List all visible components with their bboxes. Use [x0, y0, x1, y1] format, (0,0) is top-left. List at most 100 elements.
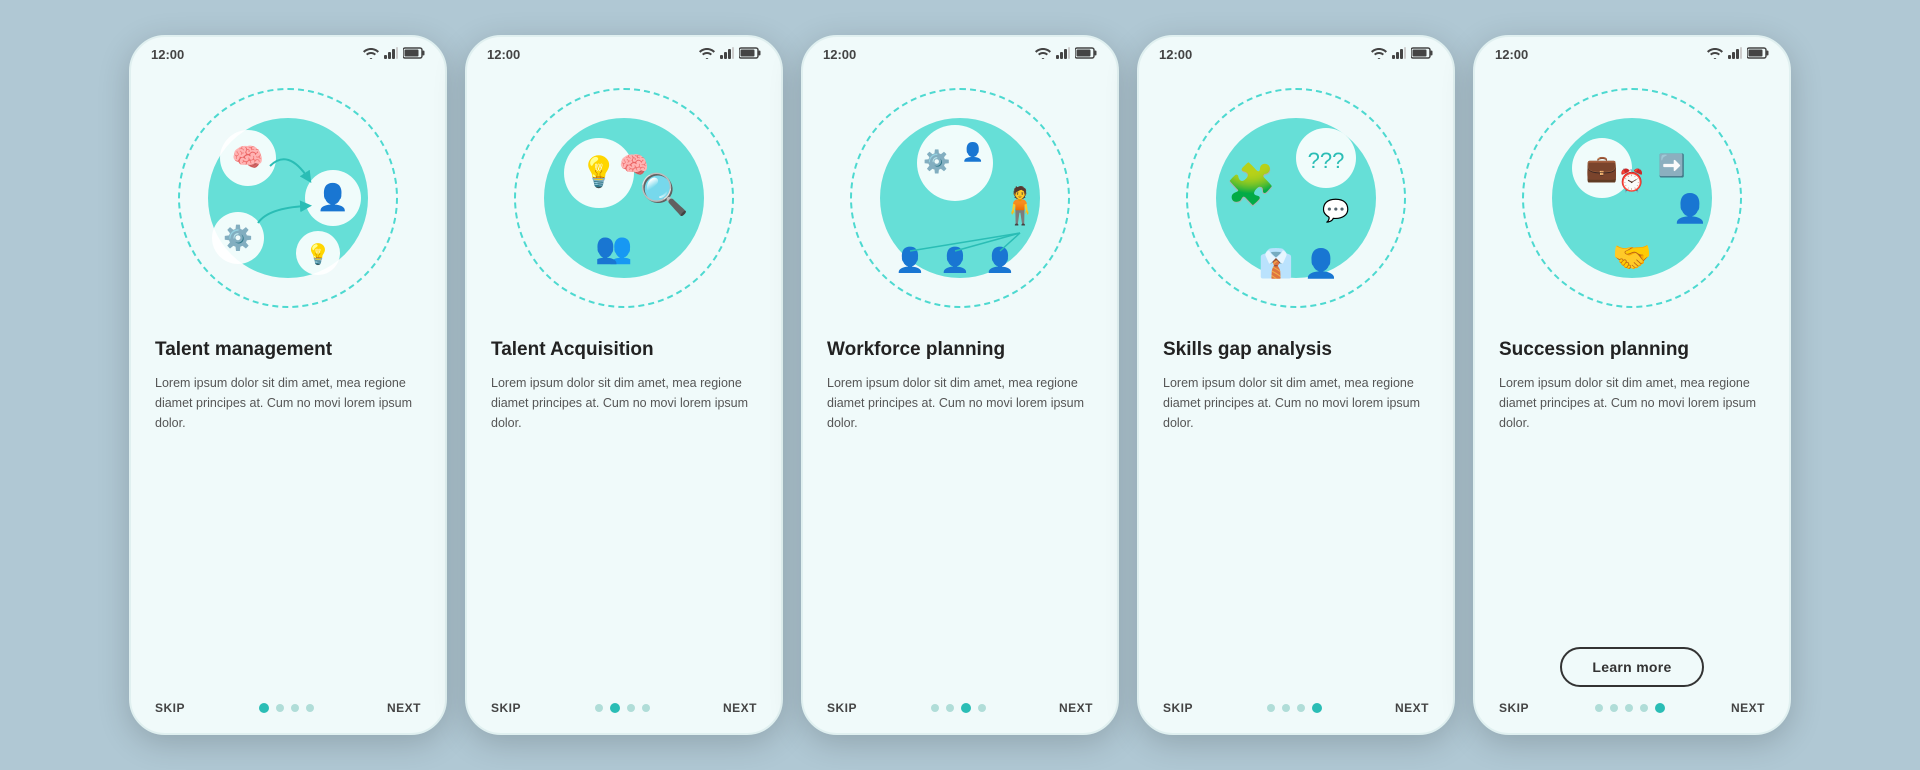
- nav-bar-1: SKIP NEXT: [131, 687, 445, 733]
- card-desc-3: Lorem ipsum dolor sit dim amet, mea regi…: [827, 373, 1093, 687]
- phone-5: 12:00 💼: [1473, 35, 1791, 735]
- svg-text:🧠: 🧠: [232, 142, 264, 172]
- next-button-4[interactable]: NEXT: [1395, 701, 1429, 715]
- status-icons-5: [1707, 47, 1769, 62]
- illustration-1: 🧠 ⚙️ 👤 💡: [131, 68, 445, 328]
- battery-icon-3: [1075, 47, 1097, 62]
- nav-bar-4: SKIP NEXT: [1139, 687, 1453, 733]
- status-bar-4: 12:00: [1139, 37, 1453, 68]
- status-icons-3: [1035, 47, 1097, 62]
- skip-button-2[interactable]: SKIP: [491, 701, 521, 715]
- status-time-3: 12:00: [823, 47, 856, 62]
- dot-5-2: [1625, 704, 1633, 712]
- next-button-3[interactable]: NEXT: [1059, 701, 1093, 715]
- wifi-icon-3: [1035, 47, 1051, 62]
- status-time-2: 12:00: [487, 47, 520, 62]
- svg-text:👤: 👤: [962, 141, 984, 162]
- skip-button-5[interactable]: SKIP: [1499, 701, 1529, 715]
- svg-text:???: ???: [1308, 148, 1345, 173]
- dot-1-1: [276, 704, 284, 712]
- wifi-icon: [363, 47, 379, 62]
- status-bar-5: 12:00: [1475, 37, 1789, 68]
- svg-text:💡: 💡: [580, 154, 617, 189]
- svg-text:👤: 👤: [1304, 247, 1339, 280]
- signal-icon-5: [1728, 47, 1742, 62]
- dot-2-2: [627, 704, 635, 712]
- nav-bar-5: SKIP NEXT: [1475, 687, 1789, 733]
- svg-text:👤: 👤: [940, 246, 970, 274]
- next-button-1[interactable]: NEXT: [387, 701, 421, 715]
- svg-text:👤: 👤: [1673, 192, 1708, 225]
- svg-text:🧍: 🧍: [998, 185, 1043, 226]
- card-title-5: Succession planning: [1499, 338, 1765, 363]
- learn-more-button[interactable]: Learn more: [1560, 647, 1703, 687]
- dot-3-1: [946, 704, 954, 712]
- skip-button-4[interactable]: SKIP: [1163, 701, 1193, 715]
- dots-5: [1595, 703, 1665, 713]
- phone-4: 12:00 🧩: [1137, 35, 1455, 735]
- battery-icon: [403, 47, 425, 62]
- status-icons-1: [363, 47, 425, 62]
- svg-text:💼: 💼: [1586, 153, 1618, 183]
- wifi-icon-4: [1371, 47, 1387, 62]
- dot-3-0: [931, 704, 939, 712]
- svg-text:⚙️: ⚙️: [223, 224, 253, 252]
- content-1: Talent management Lorem ipsum dolor sit …: [131, 328, 445, 687]
- dots-3: [931, 703, 986, 713]
- svg-text:👔: 👔: [1259, 247, 1294, 280]
- svg-text:💬: 💬: [1322, 198, 1349, 223]
- status-bar-2: 12:00: [467, 37, 781, 68]
- status-time-1: 12:00: [151, 47, 184, 62]
- battery-icon-4: [1411, 47, 1433, 62]
- dot-2-3: [642, 704, 650, 712]
- dot-5-4: [1655, 703, 1665, 713]
- svg-text:👤: 👤: [317, 182, 349, 212]
- status-time-4: 12:00: [1159, 47, 1192, 62]
- svg-text:🧩: 🧩: [1226, 161, 1276, 207]
- wifi-icon-2: [699, 47, 715, 62]
- svg-text:💡: 💡: [306, 242, 331, 266]
- battery-icon-2: [739, 47, 761, 62]
- battery-icon-5: [1747, 47, 1769, 62]
- card-title-4: Skills gap analysis: [1163, 338, 1429, 363]
- illustration-2: 💡 🔍 👥 🧠: [467, 68, 781, 328]
- dot-4-0: [1267, 704, 1275, 712]
- content-4: Skills gap analysis Lorem ipsum dolor si…: [1139, 328, 1453, 687]
- phones-container: 12:00 🧠: [129, 35, 1791, 735]
- dots-1: [259, 703, 314, 713]
- content-5: Succession planning Lorem ipsum dolor si…: [1475, 328, 1789, 687]
- svg-text:🤝: 🤝: [1612, 239, 1652, 275]
- phone-1: 12:00 🧠: [129, 35, 447, 735]
- dot-3-3: [978, 704, 986, 712]
- card-title-2: Talent Acquisition: [491, 338, 757, 363]
- card-desc-1: Lorem ipsum dolor sit dim amet, mea regi…: [155, 373, 421, 687]
- signal-icon-2: [720, 47, 734, 62]
- skip-button-3[interactable]: SKIP: [827, 701, 857, 715]
- signal-icon: [384, 47, 398, 62]
- svg-text:🧠: 🧠: [619, 152, 649, 179]
- dot-2-0: [595, 704, 603, 712]
- dot-1-0: [259, 703, 269, 713]
- status-icons-4: [1371, 47, 1433, 62]
- illustration-5: 💼 ⏰ ➡️ 👤 🤝: [1475, 68, 1789, 328]
- illustration-4: 🧩 ??? 💬 👔 👤: [1139, 68, 1453, 328]
- dot-3-2: [961, 703, 971, 713]
- signal-icon-4: [1392, 47, 1406, 62]
- svg-text:👤: 👤: [895, 246, 925, 274]
- status-bar-1: 12:00: [131, 37, 445, 68]
- card-title-1: Talent management: [155, 338, 421, 363]
- next-button-5[interactable]: NEXT: [1731, 701, 1765, 715]
- card-desc-5: Lorem ipsum dolor sit dim amet, mea regi…: [1499, 373, 1765, 633]
- svg-text:⏰: ⏰: [1618, 167, 1645, 193]
- svg-text:➡️: ➡️: [1658, 153, 1685, 178]
- dot-2-1: [610, 703, 620, 713]
- phone-3: 12:00 ⚙️ 👤: [801, 35, 1119, 735]
- status-time-5: 12:00: [1495, 47, 1528, 62]
- next-button-2[interactable]: NEXT: [723, 701, 757, 715]
- dot-5-1: [1610, 704, 1618, 712]
- skip-button-1[interactable]: SKIP: [155, 701, 185, 715]
- card-desc-2: Lorem ipsum dolor sit dim amet, mea regi…: [491, 373, 757, 687]
- dot-4-1: [1282, 704, 1290, 712]
- svg-text:⚙️: ⚙️: [923, 149, 950, 174]
- card-desc-4: Lorem ipsum dolor sit dim amet, mea regi…: [1163, 373, 1429, 687]
